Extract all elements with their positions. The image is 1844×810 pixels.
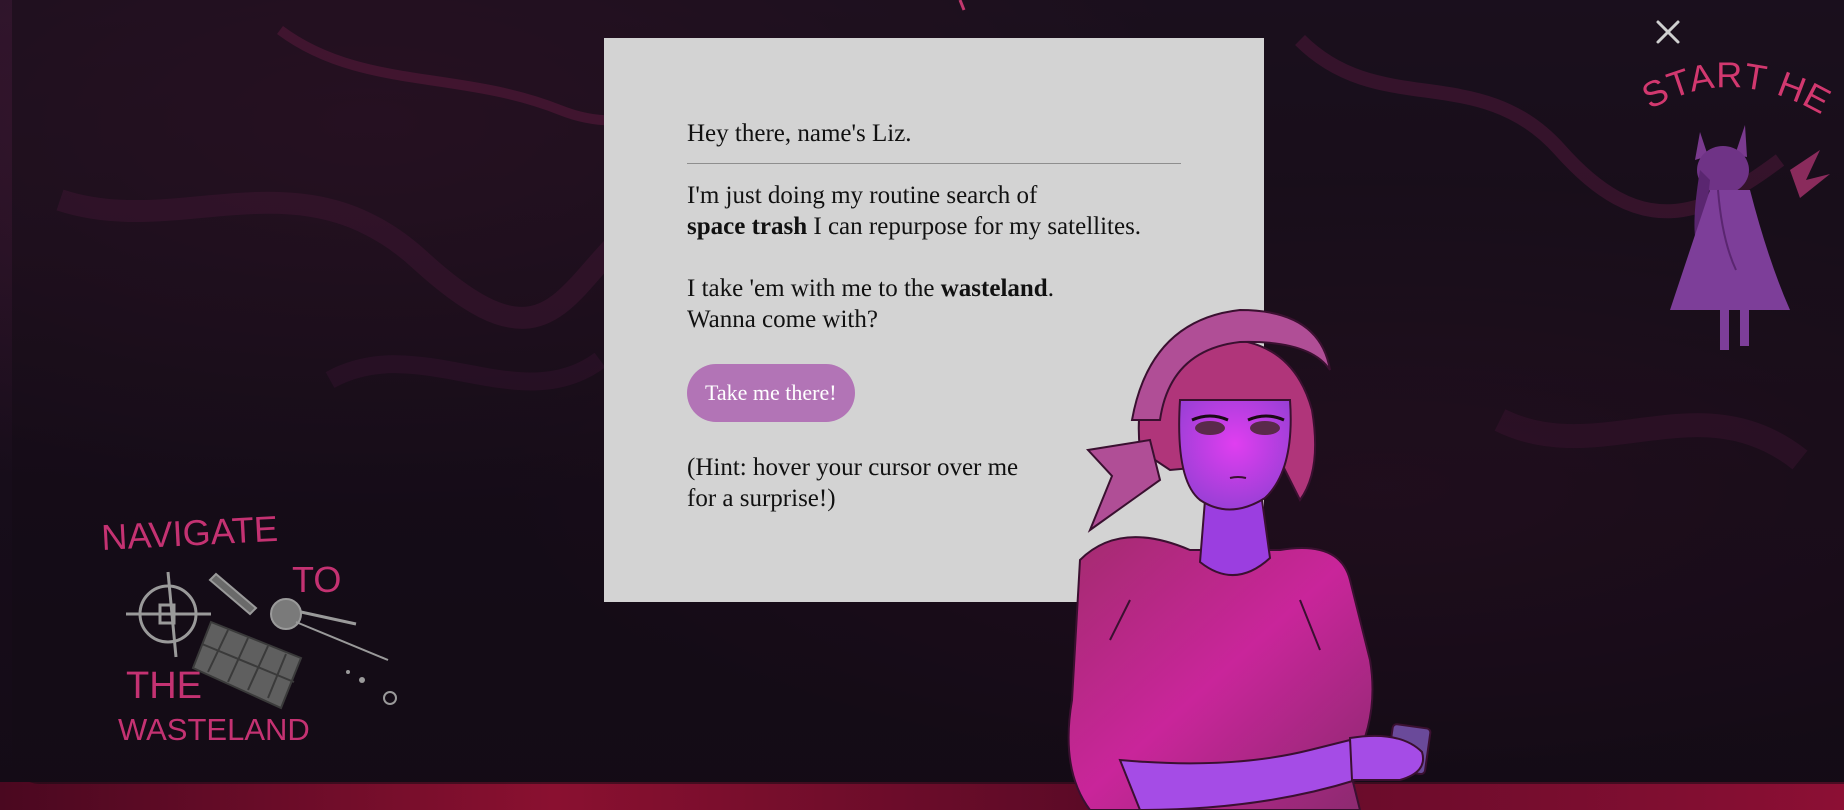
take-me-there-button[interactable]: Take me there! bbox=[687, 364, 855, 422]
dialog-greeting: Hey there, name's Liz. bbox=[687, 120, 912, 147]
intro-line-prefix: I'm just doing my routine search of bbox=[687, 182, 1038, 209]
intro-line-suffix: I can repurpose for my satellites. bbox=[807, 213, 1142, 240]
navigate-wasteland-link[interactable]: NAVIGATE TO THE WASTELAND bbox=[96, 508, 416, 767]
start-here-link[interactable]: START HERE bbox=[1627, 7, 1840, 375]
svg-text:START HERE: START HERE bbox=[1640, 40, 1838, 122]
hint-line-1: (Hint: hover your cursor over me bbox=[687, 454, 1019, 481]
the-label: THE bbox=[126, 665, 202, 707]
invite-line-prefix: I take 'em with me to the bbox=[687, 275, 941, 302]
navigate-label: NAVIGATE bbox=[100, 512, 279, 558]
hint-line-2: for a surprise!) bbox=[687, 485, 836, 512]
start-here-label: START HERE bbox=[1627, 7, 1838, 122]
invite-line-suffix: . bbox=[1047, 275, 1054, 302]
navigate-wasteland-illustration: NAVIGATE TO THE WASTELAND bbox=[100, 508, 397, 747]
dialog-intro-text: I'm just doing my routine search of spac… bbox=[687, 180, 1181, 242]
divider bbox=[687, 163, 1181, 164]
wasteland-emphasis: wasteland bbox=[940, 275, 1048, 302]
start-here-illustration: START HERE bbox=[1627, 7, 1838, 350]
liz-illustration bbox=[1067, 308, 1432, 810]
to-label: TO bbox=[292, 559, 341, 600]
wasteland-label: WASTELAND bbox=[118, 712, 310, 747]
background-stage: START HERE NAVIGATE TO THE WASTELAND bbox=[0, 0, 1844, 810]
invite-question: Wanna come with? bbox=[687, 306, 878, 333]
space-trash-emphasis: space trash bbox=[687, 213, 808, 240]
liz-character[interactable] bbox=[1050, 300, 1450, 810]
